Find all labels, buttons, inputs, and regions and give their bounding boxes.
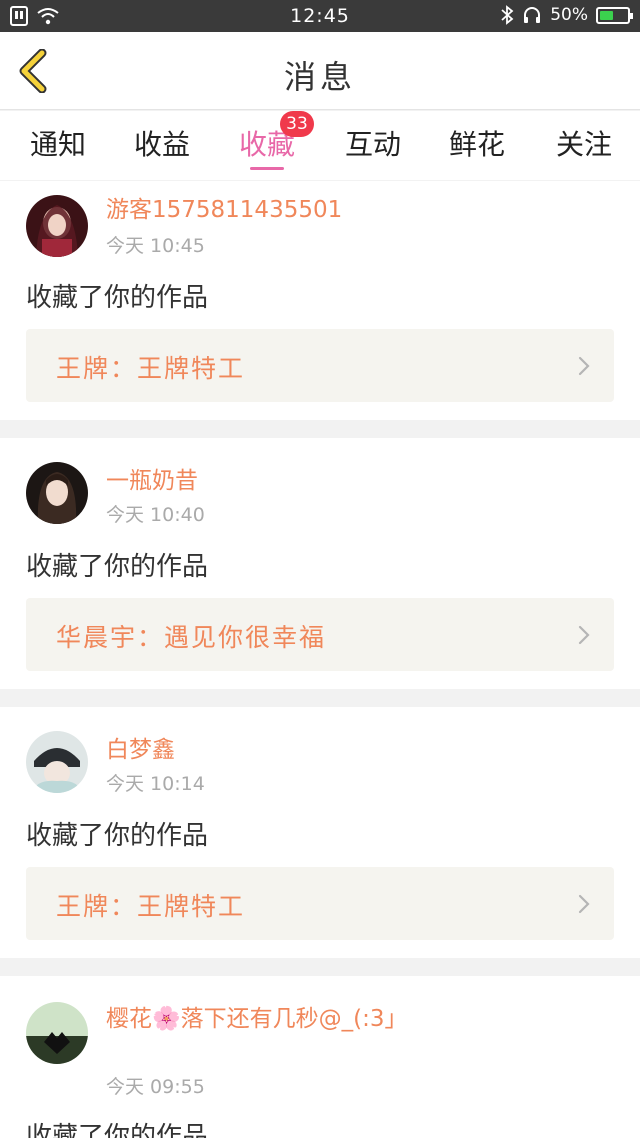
tab-label: 通知 xyxy=(29,128,86,161)
tab-label: 互动 xyxy=(344,128,401,161)
work-title: 王牌：王牌特工 xyxy=(56,354,246,383)
status-right: 50% xyxy=(500,5,633,25)
user-name[interactable]: 樱花🌸落下还有几秒@_(:3」 xyxy=(106,1004,426,1034)
title-bar: 消息 xyxy=(0,32,640,110)
message-card: 樱花🌸落下还有几秒@_(:3」 今天 09:55 收藏了你的作品 xyxy=(0,976,640,1138)
chevron-right-icon xyxy=(578,356,590,376)
bluetooth-icon xyxy=(501,5,514,25)
tab-bar: 通知 收益 收藏 33 互动 鲜花 关注 xyxy=(0,111,640,180)
chevron-right-icon xyxy=(578,625,590,645)
avatar[interactable] xyxy=(26,195,88,257)
tab-favorites[interactable]: 收藏 33 xyxy=(222,111,314,170)
message-time: 今天 10:40 xyxy=(106,504,205,526)
user-name[interactable]: 一瓶奶昔 xyxy=(106,466,426,496)
message-time: 今天 10:14 xyxy=(106,773,205,795)
message-action: 收藏了你的作品 xyxy=(26,821,209,851)
work-title: 华晨宇：遇见你很幸福 xyxy=(56,623,327,652)
battery-icon xyxy=(596,6,633,24)
message-action: 收藏了你的作品 xyxy=(26,1122,209,1138)
tab-flowers[interactable]: 鲜花 xyxy=(432,123,522,163)
work-title: 王牌：王牌特工 xyxy=(56,892,246,921)
status-bar: 12:45 50% xyxy=(0,0,640,32)
page-title: 消息 xyxy=(283,58,356,96)
user-name[interactable]: 游客1575811435501 xyxy=(106,195,426,225)
tab-label: 收益 xyxy=(133,128,190,161)
tab-label: 鲜花 xyxy=(448,128,505,161)
user-name[interactable]: 白梦鑫 xyxy=(106,735,426,765)
tab-following[interactable]: 关注 xyxy=(539,123,629,163)
work-link[interactable]: 华晨宇：遇见你很幸福 xyxy=(26,598,614,671)
message-action: 收藏了你的作品 xyxy=(26,552,209,582)
avatar[interactable] xyxy=(26,462,88,524)
avatar[interactable] xyxy=(26,731,88,793)
headset-icon xyxy=(524,7,541,23)
message-card: 游客1575811435501 今天 10:45 收藏了你的作品 王牌：王牌特工 xyxy=(0,181,640,420)
tab-notifications[interactable]: 通知 xyxy=(13,123,103,163)
active-tab-indicator xyxy=(250,167,284,170)
avatar[interactable] xyxy=(26,1002,88,1064)
message-time: 今天 09:55 xyxy=(106,1076,205,1098)
tab-earnings[interactable]: 收益 xyxy=(117,123,207,163)
tab-label: 关注 xyxy=(555,128,612,161)
message-card: 白梦鑫 今天 10:14 收藏了你的作品 王牌：王牌特工 xyxy=(0,707,640,958)
tab-interactions[interactable]: 互动 xyxy=(328,123,418,163)
battery-percent: 50% xyxy=(550,5,588,25)
battery-fill xyxy=(600,10,613,20)
work-link[interactable]: 王牌：王牌特工 xyxy=(26,329,614,402)
work-link[interactable]: 王牌：王牌特工 xyxy=(26,867,614,940)
message-action: 收藏了你的作品 xyxy=(26,283,209,313)
message-time: 今天 10:45 xyxy=(106,235,205,257)
unread-badge: 33 xyxy=(280,111,314,137)
message-card: 一瓶奶昔 今天 10:40 收藏了你的作品 华晨宇：遇见你很幸福 xyxy=(0,438,640,689)
chevron-right-icon xyxy=(578,894,590,914)
